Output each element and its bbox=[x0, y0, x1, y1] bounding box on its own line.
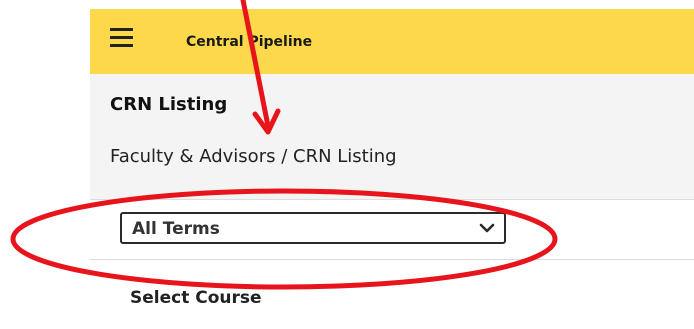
hamburger-menu-icon[interactable] bbox=[110, 28, 133, 48]
top-app-bar: Central Pipeline bbox=[90, 9, 694, 74]
select-course-label: Select Course bbox=[130, 288, 262, 308]
app-window: Central Pipeline CRN Listing Faculty & A… bbox=[90, 0, 694, 329]
filter-card: All Terms Select Course bbox=[90, 199, 694, 329]
breadcrumb: Faculty & Advisors / CRN Listing bbox=[110, 146, 397, 167]
breadcrumb-separator: / bbox=[275, 146, 293, 167]
left-gutter bbox=[0, 0, 90, 329]
app-top-strip bbox=[90, 0, 694, 9]
screenshot-viewport: Central Pipeline CRN Listing Faculty & A… bbox=[0, 0, 694, 329]
card-divider bbox=[90, 259, 694, 260]
term-select-dropdown[interactable]: All Terms bbox=[120, 212, 506, 244]
page-title: CRN Listing bbox=[110, 94, 228, 115]
breadcrumb-current: CRN Listing bbox=[293, 146, 397, 167]
term-select-value: All Terms bbox=[132, 219, 220, 239]
app-title: Central Pipeline bbox=[186, 34, 313, 50]
breadcrumb-parent-link[interactable]: Faculty & Advisors bbox=[110, 146, 275, 167]
chevron-down-icon bbox=[479, 223, 495, 233]
